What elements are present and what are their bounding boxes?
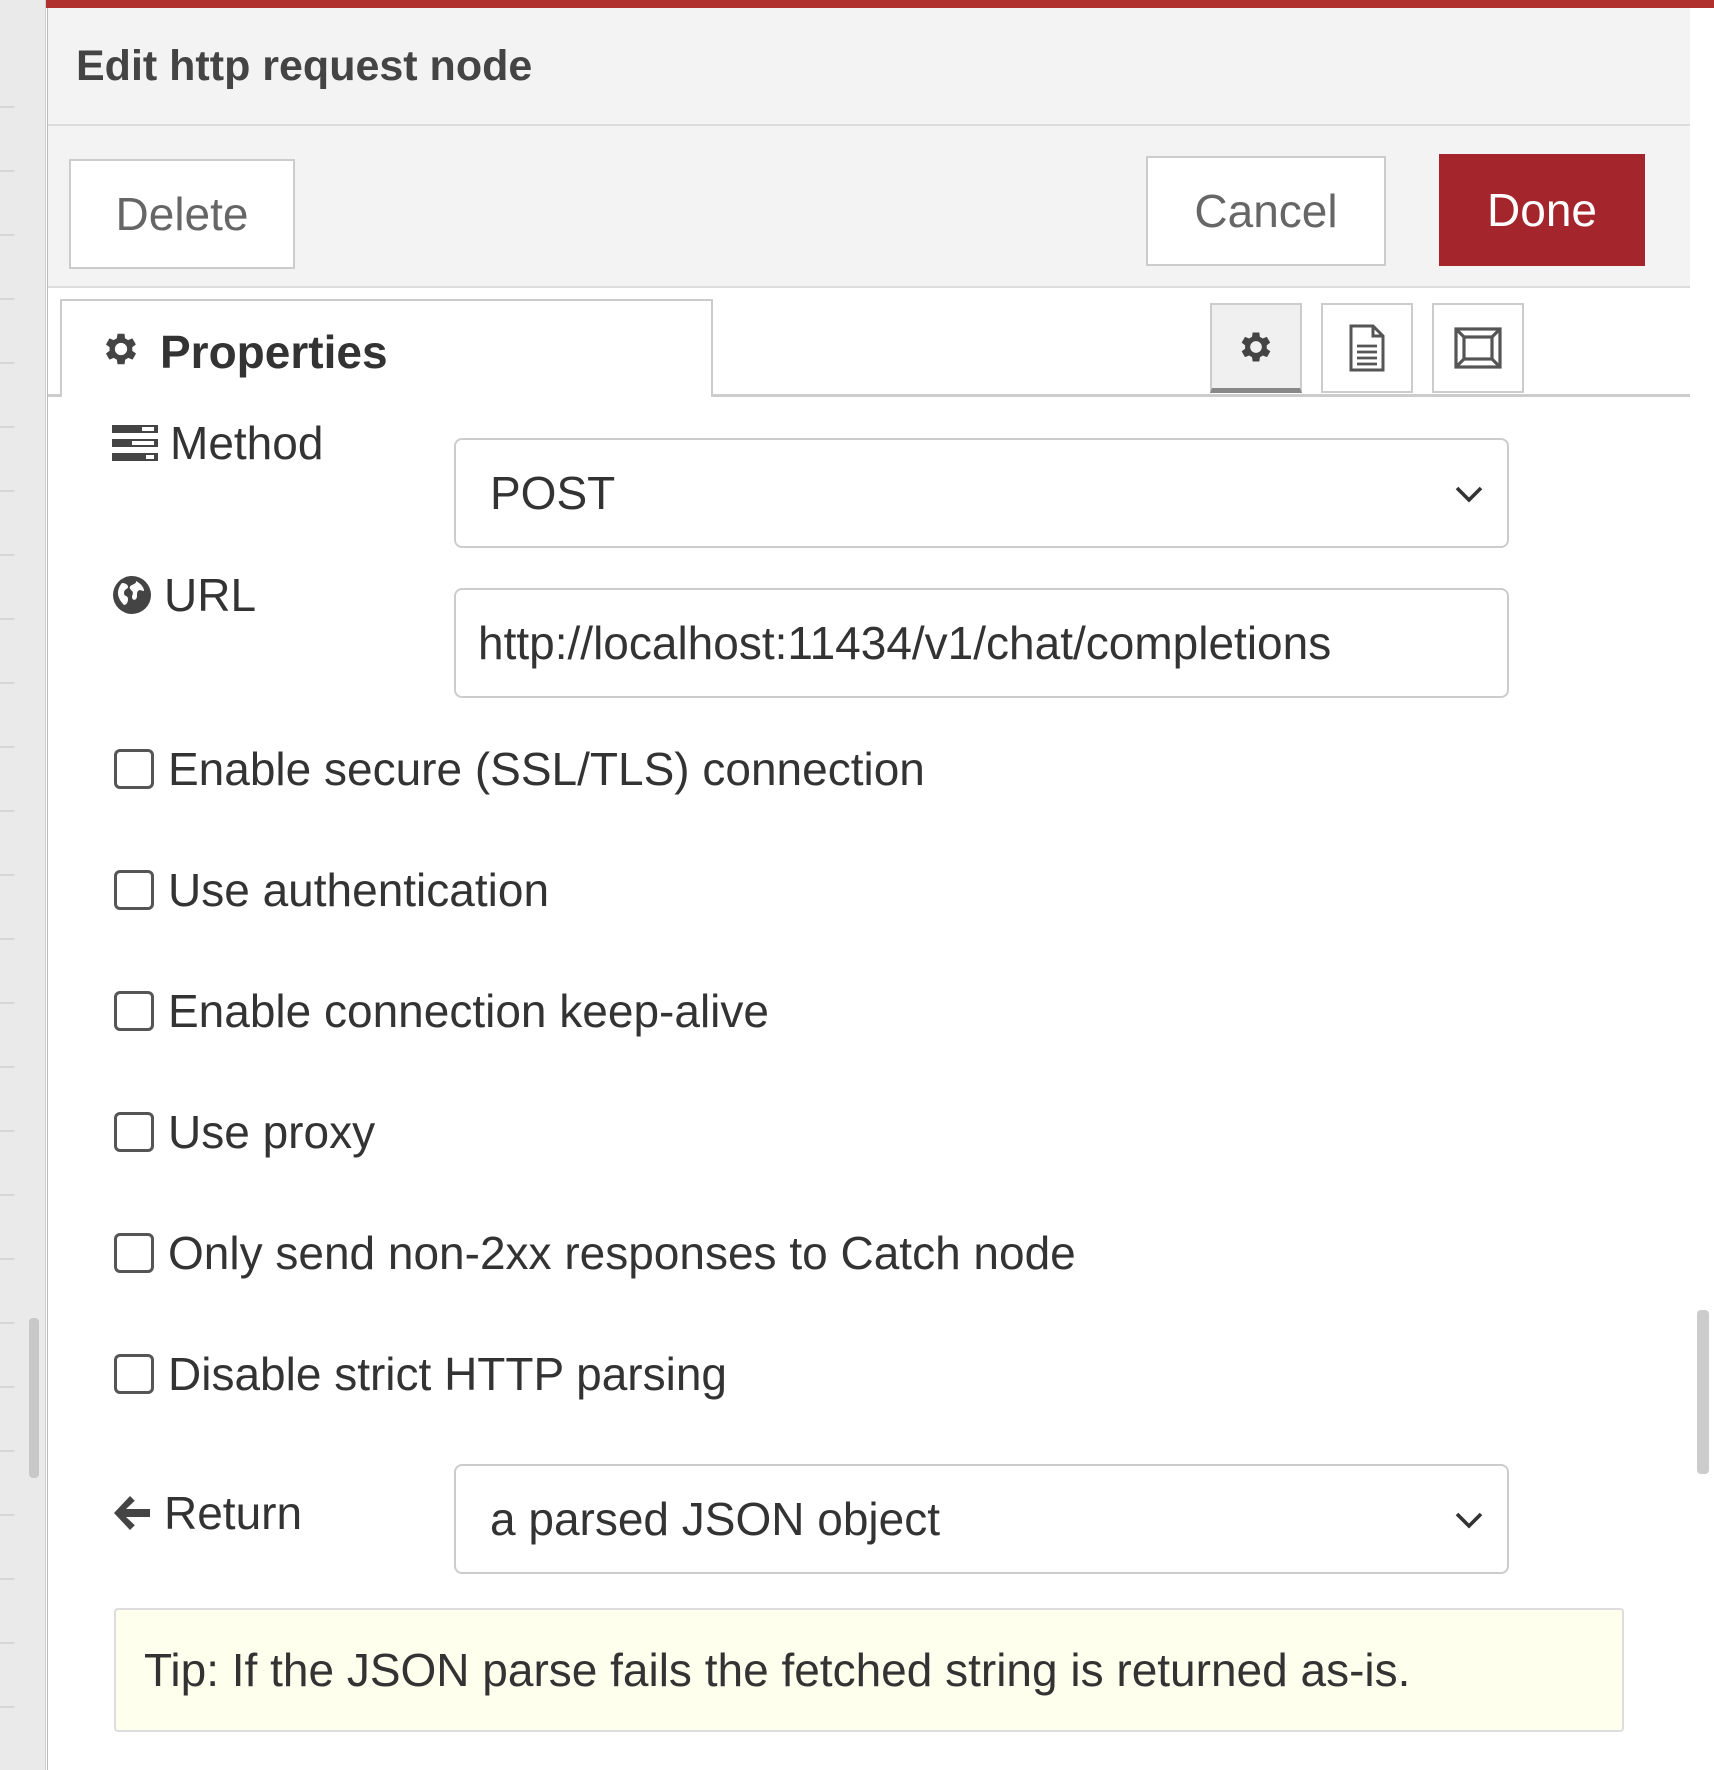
arrow-left-icon	[114, 1496, 150, 1530]
tasks-icon	[112, 425, 158, 461]
method-select-value: POST	[490, 467, 616, 519]
canvas-grid-line	[0, 1450, 14, 1452]
canvas-grid-line	[0, 1194, 14, 1196]
return-label: Return	[112, 1486, 302, 1540]
proxy-checkbox-label: Use proxy	[168, 1106, 376, 1158]
catch-checkbox-label: Only send non-2xx responses to Catch nod…	[168, 1227, 1076, 1279]
canvas-grid-line	[0, 170, 14, 172]
canvas-grid-line	[0, 1514, 14, 1516]
gear-icon	[1241, 332, 1271, 361]
canvas-grid-line	[0, 234, 14, 236]
catch-checkbox[interactable]	[114, 1233, 154, 1273]
canvas-grid-line	[0, 810, 14, 812]
url-label-text: URL	[164, 569, 257, 621]
delete-button[interactable]: Delete	[69, 159, 295, 269]
method-label-text: Method	[170, 417, 324, 469]
method-select[interactable]: POST	[454, 438, 1509, 548]
tray-header: Edit http request node	[48, 8, 1690, 126]
document-icon	[1349, 324, 1385, 372]
return-select[interactable]: a parsed JSON object	[454, 1464, 1509, 1574]
gear-icon	[105, 333, 137, 365]
tab-appearance-icon[interactable]	[1432, 303, 1524, 393]
canvas-grid-line	[0, 1706, 14, 1708]
canvas-grid-line	[0, 1386, 14, 1388]
checkbox-row-proxy[interactable]: Use proxy	[114, 1105, 375, 1159]
canvas-grid-line	[0, 938, 14, 940]
canvas-scrollbar[interactable]	[29, 1318, 39, 1478]
tab-settings-icon[interactable]	[1210, 303, 1302, 393]
canvas-grid-line	[0, 1578, 14, 1580]
canvas-grid-line	[0, 874, 14, 876]
done-button[interactable]: Done	[1439, 154, 1645, 266]
cancel-button[interactable]: Cancel	[1146, 156, 1386, 266]
edit-tray: Edit http request node Delete Cancel Don…	[47, 8, 1690, 1770]
tray-title: Edit http request node	[76, 42, 533, 90]
return-select-value: a parsed JSON object	[490, 1493, 941, 1545]
globe-icon	[113, 576, 151, 614]
frame-icon	[1454, 327, 1502, 369]
canvas-grid-line	[0, 298, 14, 300]
canvas-grid-line	[0, 618, 14, 620]
proxy-checkbox[interactable]	[114, 1112, 154, 1152]
tls-checkbox-label: Enable secure (SSL/TLS) connection	[168, 743, 925, 795]
tab-properties-label: Properties	[160, 326, 388, 378]
checkbox-row-auth[interactable]: Use authentication	[114, 863, 549, 917]
chevron-down-icon	[1455, 486, 1483, 503]
canvas-grid-line	[0, 1066, 14, 1068]
canvas-grid-line	[0, 554, 14, 556]
tray-scrollbar[interactable]	[1697, 1310, 1709, 1474]
tray-toolbar: Delete Cancel Done	[48, 126, 1690, 288]
auth-checkbox-label: Use authentication	[168, 864, 550, 916]
canvas-grid-line	[0, 1642, 14, 1644]
canvas-grid-line	[0, 1130, 14, 1132]
canvas-grid-line	[0, 1258, 14, 1260]
auth-checkbox[interactable]	[114, 870, 154, 910]
canvas-grid-line	[0, 1322, 14, 1324]
canvas-grid-line	[0, 106, 14, 108]
canvas-grid-line	[0, 490, 14, 492]
strict-parsing-checkbox-label: Disable strict HTTP parsing	[168, 1348, 727, 1400]
canvas-grid-line	[0, 426, 14, 428]
chevron-down-icon	[1455, 1512, 1483, 1529]
checkbox-row-tls[interactable]: Enable secure (SSL/TLS) connection	[114, 742, 925, 796]
url-label: URL	[112, 568, 256, 622]
tab-description-icon[interactable]	[1321, 303, 1413, 393]
json-parse-tip: Tip: If the JSON parse fails the fetched…	[114, 1608, 1624, 1732]
checkbox-row-keepalive[interactable]: Enable connection keep-alive	[114, 984, 769, 1038]
keepalive-checkbox-label: Enable connection keep-alive	[168, 985, 769, 1037]
tls-checkbox[interactable]	[114, 749, 154, 789]
workspace-canvas-strip	[0, 0, 46, 1770]
method-label: Method	[112, 416, 323, 470]
canvas-grid-line	[0, 746, 14, 748]
canvas-grid-line	[0, 682, 14, 684]
return-label-text: Return	[164, 1487, 303, 1539]
canvas-grid-line	[0, 1002, 14, 1004]
checkbox-row-catch[interactable]: Only send non-2xx responses to Catch nod…	[114, 1226, 1076, 1280]
checkbox-row-strict[interactable]: Disable strict HTTP parsing	[114, 1347, 727, 1401]
strict-parsing-checkbox[interactable]	[114, 1354, 154, 1394]
canvas-grid-line	[0, 362, 14, 364]
tabs-row: Properties	[48, 288, 1690, 398]
tab-properties[interactable]: Properties	[60, 299, 713, 397]
top-accent-bar	[0, 0, 1714, 8]
url-input[interactable]: http://localhost:11434/v1/chat/completio…	[454, 588, 1509, 698]
keepalive-checkbox[interactable]	[114, 991, 154, 1031]
